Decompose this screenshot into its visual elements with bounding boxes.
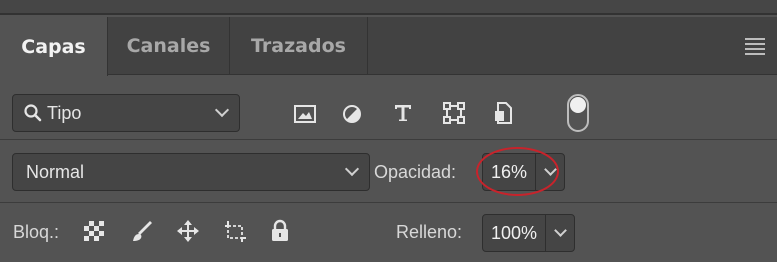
fill-label: Relleno: [396,222,463,242]
search-icon [23,103,43,123]
tab-capas[interactable]: Capas [0,17,108,76]
toggle-knob [570,97,586,113]
filter-kind-dropdown[interactable]: Tipo [12,94,240,132]
layer-filter-row: Tipo [0,76,777,140]
lock-position-icon[interactable] [176,219,200,243]
type-filter-icon[interactable] [391,102,415,124]
tab-canales-label: Canales [126,35,211,57]
lock-label: Bloq.: [13,222,60,242]
shape-filter-icon[interactable] [442,102,466,124]
tab-capas-label: Capas [21,35,86,58]
chevron-down-icon [214,102,230,118]
tab-canales[interactable]: Canales [108,17,230,75]
blend-opacity-row: Normal Opacidad: 16% [0,141,777,203]
fill-field[interactable]: 100% [482,214,576,252]
fill-input[interactable]: 100% [483,215,547,251]
lock-fill-row: Bloq.: Relleno: 100% [0,204,777,262]
chevron-down-icon [553,223,567,237]
filter-kind-label: Tipo [47,102,82,123]
lock-transparency-icon[interactable] [82,219,106,243]
highlight-ellipse-annotation [476,147,559,196]
panel-tab-bar: Capas Canales Trazados [0,17,777,76]
adjustment-filter-icon[interactable] [340,103,364,125]
panel-menu-icon[interactable] [745,38,765,55]
image-filter-icon[interactable] [293,103,317,125]
blend-mode-label: Normal [26,161,85,182]
tab-trazados[interactable]: Trazados [230,17,368,75]
tab-trazados-label: Trazados [251,35,346,57]
smart-object-filter-icon[interactable] [491,102,515,124]
blend-mode-dropdown[interactable]: Normal [12,153,370,191]
fill-dropdown-button[interactable] [546,215,574,251]
filter-toggle-switch[interactable] [567,94,589,132]
chevron-down-icon [344,161,360,177]
lock-artboard-icon[interactable] [223,219,247,243]
panel-top-strip [0,0,777,15]
opacity-label: Opacidad: [374,162,457,182]
lock-all-icon[interactable] [268,219,292,243]
lock-image-pixels-icon[interactable] [130,219,154,243]
